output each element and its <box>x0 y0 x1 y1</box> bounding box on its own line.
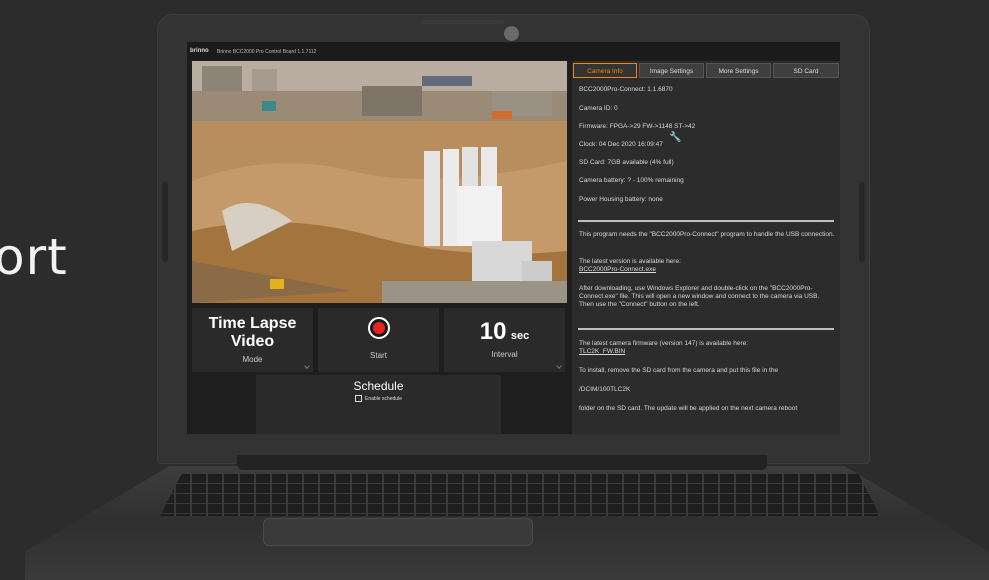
firmware-link[interactable]: TLC2K_FW.BIN <box>579 348 625 356</box>
trackpad <box>263 518 533 546</box>
laptop-hinge <box>237 455 767 470</box>
schedule-checkbox-row[interactable]: Enable schedule <box>256 395 501 402</box>
record-icon <box>367 317 390 339</box>
usb-requirement: This program needs the "BCC2000Pro-Conne… <box>579 231 835 238</box>
chevron-down-icon <box>556 363 562 369</box>
tab-more-settings[interactable]: More Settings <box>706 63 771 78</box>
camera-id: Camera ID: 0 <box>579 105 618 112</box>
enable-schedule-checkbox[interactable] <box>355 395 362 402</box>
app-title: Brinno BCC2000 Pro Control Board 1.1.711… <box>217 49 317 55</box>
title-bar: brinno Brinno BCC2000 Pro Control Board … <box>187 42 840 60</box>
schedule-panel: Schedule Enable schedule <box>256 375 501 434</box>
background-heading-fragment: ort <box>0 228 68 286</box>
tab-camera-info[interactable]: Camera Info <box>573 63 637 78</box>
app-logo: brinno <box>190 48 209 54</box>
keyboard-rows <box>160 474 880 516</box>
camera-battery: Camera battery: ? - 100% remaining <box>579 177 684 184</box>
tab-sd-card[interactable]: SD Card <box>773 63 839 78</box>
enable-schedule-label: Enable schedule <box>365 395 402 402</box>
firmware-path: /DCIM/100TLC2K <box>579 386 631 393</box>
usb-instructions: After downloading, use Windows Explorer … <box>579 285 820 308</box>
info-panel: Camera Info Image Settings More Settings… <box>572 61 840 434</box>
lid-side-left <box>162 182 168 262</box>
connect-exe-link[interactable]: BCC2000Pro-Connect.exe <box>579 266 656 274</box>
lid-side-right <box>859 182 865 262</box>
section-divider <box>578 220 834 222</box>
start-button[interactable]: Start <box>318 308 439 372</box>
mode-value-line1: Time Lapse <box>208 315 297 332</box>
connect-version: BCC2000Pro-Connect: 1.1.6870 <box>579 86 673 93</box>
chevron-down-icon <box>304 363 310 369</box>
tab-bar: Camera Info Image Settings More Settings… <box>572 61 840 79</box>
firmware-available-label: The latest camera firmware (version 147)… <box>579 340 749 347</box>
schedule-title: Schedule <box>353 379 404 393</box>
interval-value: 10 <box>479 318 507 345</box>
interval-tile[interactable]: 10 sec Interval <box>444 308 565 372</box>
camera-preview-image <box>192 61 567 303</box>
sd-card-info: SD Card: 7GB available (4% full) <box>579 159 674 166</box>
lid-notch <box>422 20 504 24</box>
wrench-icon[interactable]: 🔧 <box>669 132 681 143</box>
construction-site-scene <box>192 61 567 303</box>
interval-label: Interval <box>491 350 518 359</box>
webcam <box>504 26 519 41</box>
interval-unit: sec <box>510 330 530 342</box>
mode-value-line2: Video <box>230 333 275 350</box>
mode-label: Mode <box>242 355 263 364</box>
section-divider <box>578 328 834 330</box>
interval-display: 10 sec <box>444 318 565 346</box>
firmware-info: Firmware: FPGA->29 FW->1148 ST->42 <box>579 123 696 130</box>
firmware-install-text: To install, remove the SD card from the … <box>579 367 779 374</box>
laptop-lid: brinno Brinno BCC2000 Pro Control Board … <box>157 14 870 464</box>
app-window: brinno Brinno BCC2000 Pro Control Board … <box>187 42 840 434</box>
clock-info: Clock: 04 Dec 2020 16:09:47 <box>579 141 663 148</box>
power-housing-battery: Power Housing battery: none <box>579 196 663 203</box>
latest-version-label: The latest version is available here: <box>579 258 681 265</box>
firmware-apply-text: folder on the SD card. The update will b… <box>579 405 798 412</box>
start-label: Start <box>370 351 387 360</box>
mode-tile[interactable]: Time Lapse Video Mode <box>192 308 313 372</box>
tab-image-settings[interactable]: Image Settings <box>639 63 704 78</box>
